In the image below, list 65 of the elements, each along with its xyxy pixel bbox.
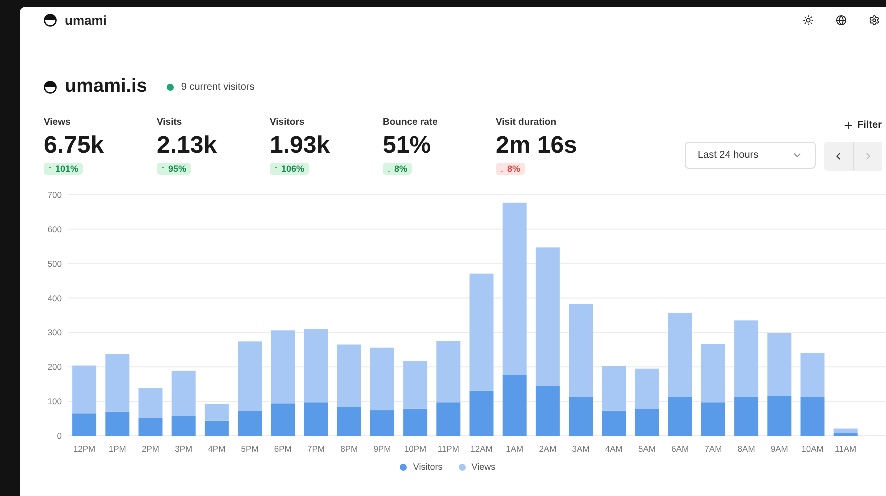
axis-label: 10PM <box>404 444 427 454</box>
axis-label: 400 <box>48 293 62 304</box>
brand-name: umami <box>65 12 107 28</box>
axis-label: 3PM <box>175 444 193 454</box>
axis-label: 6PM <box>274 444 292 454</box>
current-visitors: 9 current visitors <box>181 82 255 92</box>
axis-label: 1AM <box>506 444 524 454</box>
axis-label: 9AM <box>770 444 788 454</box>
axis-label: 4PM <box>208 444 226 454</box>
axis-label: 6AM <box>672 444 690 454</box>
metric-label: Bounce rate <box>383 117 438 128</box>
metric-value: 6.75k <box>44 132 104 160</box>
site-name: umami.is <box>65 76 148 98</box>
axis-label: 600 <box>48 224 62 234</box>
axis-label: 200 <box>48 362 62 372</box>
date-range-select[interactable]: Last 24 hours <box>685 142 816 169</box>
axis-label: 8AM <box>738 444 756 454</box>
axis-label: 10AM <box>802 444 824 454</box>
axis-label: 7AM <box>704 444 722 454</box>
metric-value: 51% <box>383 132 432 160</box>
metric-value: 2.13k <box>157 132 218 160</box>
metric-label: Visits <box>157 117 182 128</box>
axis-label: 700 <box>48 190 62 200</box>
metric-value: 1.93k <box>270 132 330 160</box>
settings-icon[interactable] <box>869 14 880 26</box>
axis-label: 300 <box>48 328 62 338</box>
axis-label: 2PM <box>142 444 160 454</box>
axis-label: 9PM <box>374 444 392 454</box>
logo-icon <box>44 14 57 26</box>
axis-label: 4AM <box>605 444 623 454</box>
filter-button[interactable]: Filter <box>842 120 882 131</box>
axis-label: 100 <box>48 396 62 407</box>
axis-label: 7PM <box>308 444 325 454</box>
language-icon[interactable] <box>836 14 847 26</box>
legend-label: Visitors <box>413 462 443 472</box>
axis-label: 5AM <box>638 444 656 454</box>
legend-label: Views <box>472 462 496 472</box>
axis-label: 8PM <box>340 444 358 454</box>
axis-label: 11AM <box>835 444 857 454</box>
axis-label: 5PM <box>241 444 259 454</box>
axis-label: 12PM <box>73 444 96 454</box>
axis-label: 1PM <box>108 444 126 454</box>
live-dot <box>167 84 174 90</box>
logo-icon <box>44 80 57 94</box>
axis-label: 0 <box>57 431 62 441</box>
bar <box>204 404 229 421</box>
axis-label: 11PM <box>438 444 460 454</box>
change-badge: ↓ 8% <box>496 163 525 175</box>
axis-label: 500 <box>48 258 62 269</box>
metric-label: Views <box>44 117 71 128</box>
bar <box>204 420 229 436</box>
change-badge: ↑ 101% <box>44 163 83 175</box>
axis-label: 12AM <box>470 444 493 454</box>
metric-label: Visitors <box>270 117 305 128</box>
bar <box>800 353 825 398</box>
change-badge: ↑ 95% <box>157 163 191 175</box>
change-badge: ↑ 106% <box>270 163 309 175</box>
change-badge: ↓ 8% <box>383 163 412 175</box>
bar <box>800 397 825 436</box>
theme-icon[interactable] <box>803 14 814 26</box>
metric-value: 2m 16s <box>496 132 578 160</box>
metric-label: Visit duration <box>496 117 557 128</box>
plus-icon <box>842 120 854 131</box>
axis-label: 3AM <box>572 444 590 454</box>
axis-label: 2AM <box>539 444 557 454</box>
